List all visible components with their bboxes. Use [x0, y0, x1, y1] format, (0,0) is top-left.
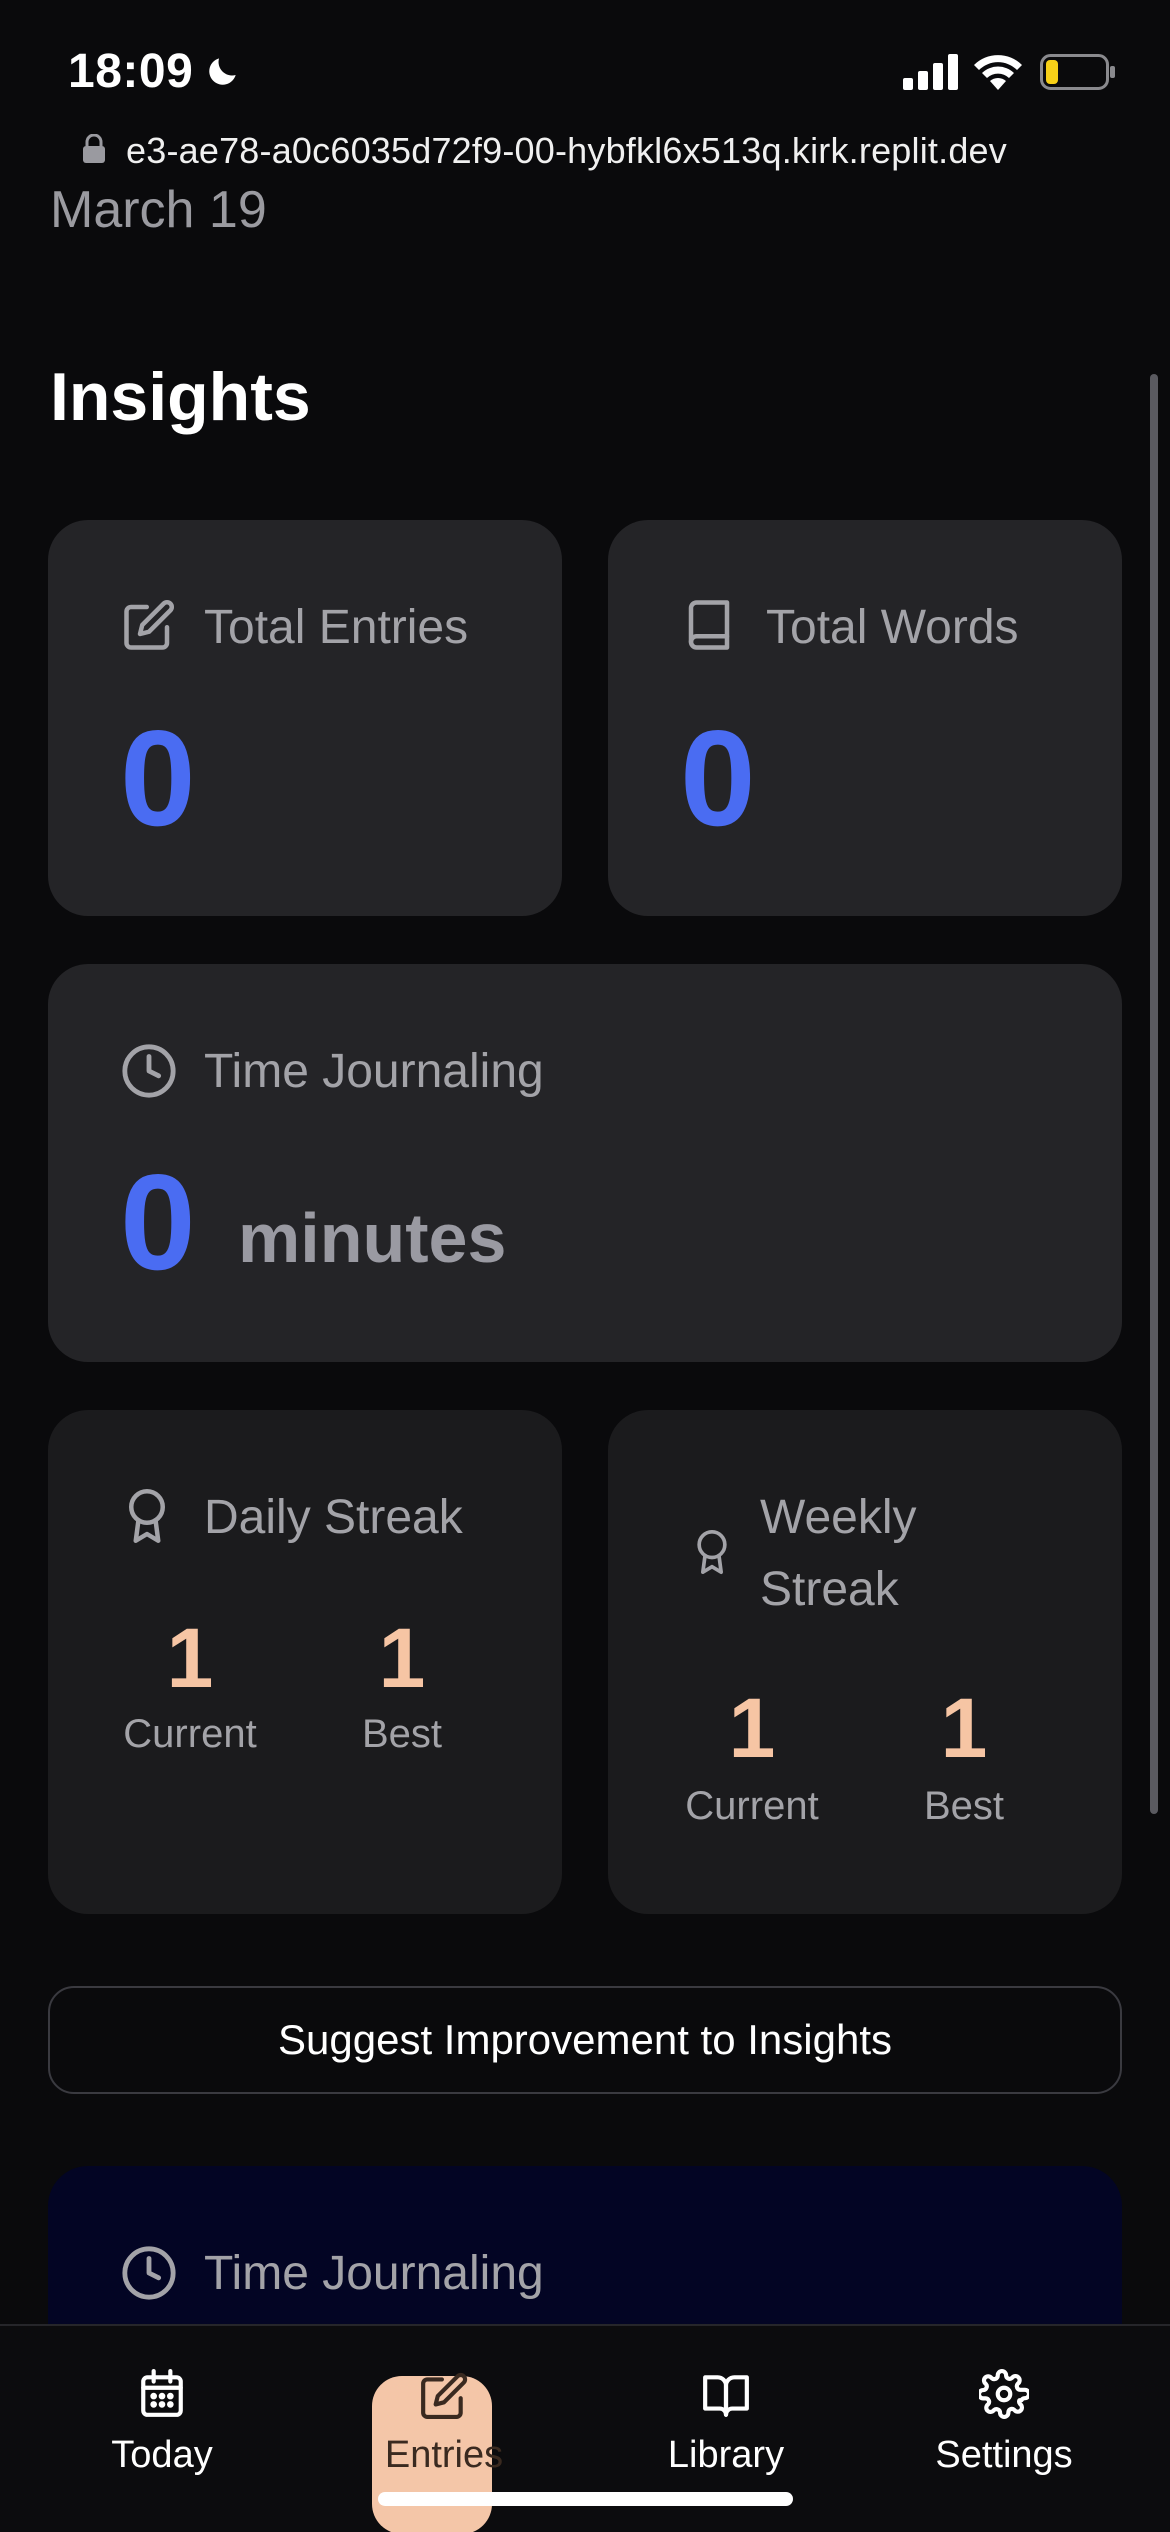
- total-words-label: Total Words: [766, 601, 1019, 654]
- tab-today[interactable]: Today: [72, 2350, 252, 2500]
- screen: 18:09 e3-ae78-a0c6035d72f9-00-hybfkl6x51…: [0, 0, 1170, 2532]
- book-icon: [688, 600, 730, 650]
- daily-streak-current-label: Current: [123, 1712, 257, 1756]
- total-words-value: 0: [680, 702, 756, 854]
- tab-settings[interactable]: Settings: [914, 2350, 1094, 2500]
- tab-settings-label: Settings: [935, 2434, 1073, 2476]
- weekly-streak-current-value: 1: [728, 1681, 776, 1775]
- book-open-icon: [703, 2375, 749, 2417]
- weekly-streak-label-line2: Streak: [760, 1563, 899, 1616]
- time-journaling-value: 0: [120, 1146, 196, 1298]
- weekly-streak-label-line1: Weekly: [760, 1491, 917, 1544]
- tab-entries[interactable]: Entries: [354, 2350, 534, 2532]
- lock-icon: [83, 134, 105, 163]
- total-entries-card: Total Entries 0: [48, 520, 562, 916]
- weekly-streak-current-label: Current: [685, 1784, 819, 1828]
- date-heading: March 19: [50, 181, 267, 239]
- calendar-icon: [141, 2368, 183, 2417]
- suggest-improvement-button[interactable]: Suggest Improvement to Insights: [48, 1986, 1122, 2094]
- time-journaling-unit: minutes: [238, 1199, 507, 1277]
- tab-library-label: Library: [667, 2434, 785, 2476]
- page-title: Insights: [50, 359, 311, 435]
- daily-streak-best-value: 1: [378, 1611, 426, 1705]
- weekly-streak-best-value: 1: [940, 1681, 988, 1775]
- clock-icon: [122, 2246, 176, 2300]
- scrollbar[interactable]: [1150, 374, 1158, 1814]
- daily-streak-best-label: Best: [361, 1712, 443, 1756]
- edit-icon: [124, 600, 174, 650]
- status-bar: 18:09: [0, 0, 1170, 130]
- clock-icon: [122, 1044, 176, 1098]
- time-journaling-chart-label: Time Journaling: [204, 2247, 544, 2300]
- total-entries-label: Total Entries: [204, 601, 469, 654]
- url-text: e3-ae78-a0c6035d72f9-00-hybfkl6x513q.kir…: [126, 130, 1007, 171]
- award-icon: [129, 1489, 165, 1543]
- tab-entries-label: Entries: [384, 2434, 504, 2476]
- wifi-icon: [974, 55, 1022, 90]
- address-bar[interactable]: e3-ae78-a0c6035d72f9-00-hybfkl6x513q.kir…: [0, 126, 1170, 176]
- tab-today-label: Today: [111, 2434, 213, 2476]
- total-entries-value: 0: [120, 702, 196, 854]
- weekly-streak-best-label: Best: [923, 1784, 1005, 1828]
- status-time: 18:09: [68, 45, 194, 98]
- moon-icon: [209, 58, 236, 85]
- signal-icon: [903, 54, 958, 90]
- daily-streak-current-value: 1: [166, 1611, 214, 1705]
- gear-icon: [979, 2369, 1029, 2419]
- battery-icon: [1040, 54, 1115, 90]
- daily-streak-label: Daily Streak: [204, 1491, 463, 1544]
- edit-icon: [421, 2372, 468, 2419]
- home-indicator[interactable]: [378, 2492, 793, 2506]
- weekly-streak-card: Weekly Streak 1 Current 1 Best: [608, 1410, 1122, 1914]
- total-words-card: Total Words 0: [608, 520, 1122, 916]
- time-journaling-card: Time Journaling 0 minutes: [48, 964, 1122, 1362]
- daily-streak-card: Daily Streak 1 Current 1 Best: [48, 1410, 562, 1914]
- time-journaling-label: Time Journaling: [204, 1045, 544, 1098]
- award-icon: [697, 1530, 727, 1574]
- tab-library[interactable]: Library: [636, 2350, 816, 2500]
